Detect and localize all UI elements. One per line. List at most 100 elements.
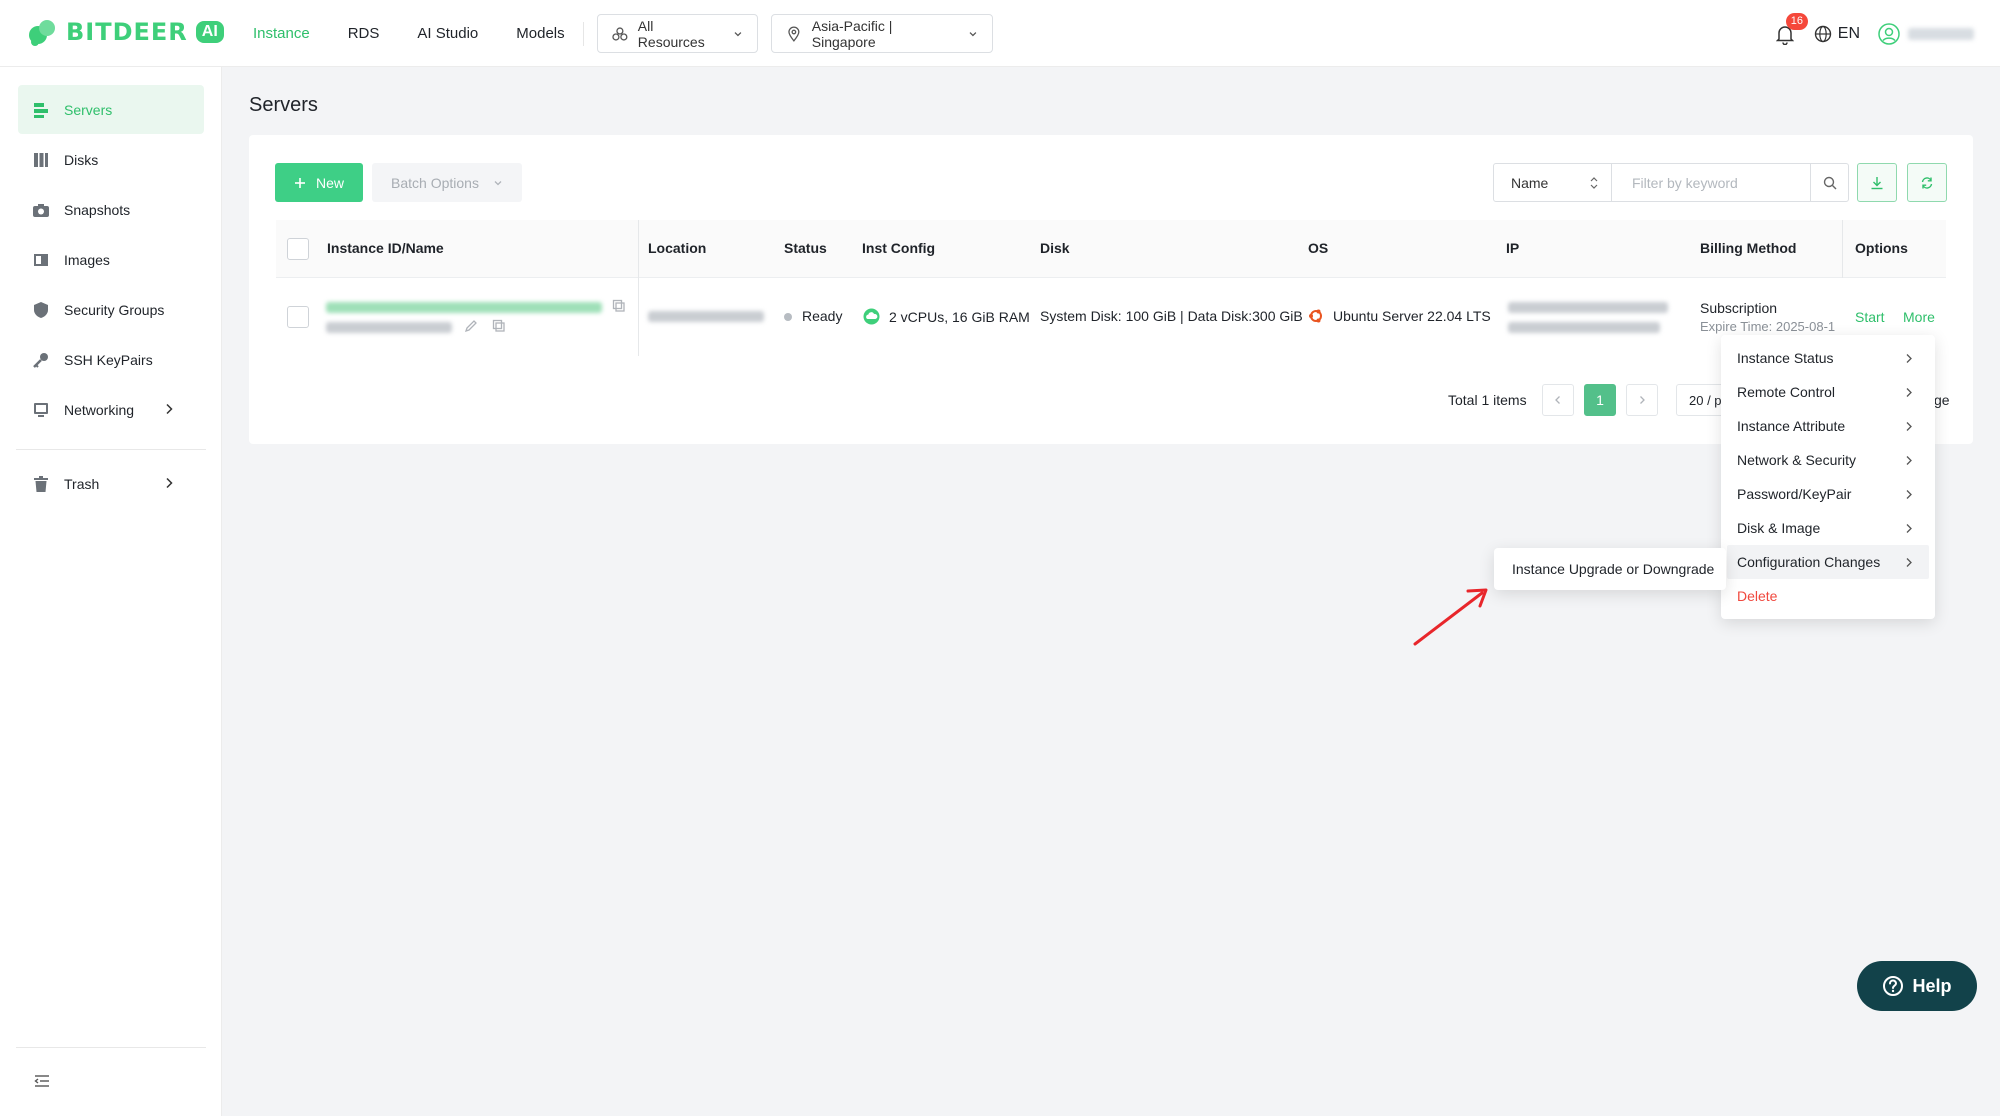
column-location: Location [648,240,707,256]
select-all-checkbox[interactable] [287,238,309,260]
sort-arrows-icon [1590,176,1598,189]
sidebar-item-servers[interactable]: Servers [18,85,204,134]
chevron-right-icon [1906,558,1912,567]
chevron-right-icon [1906,456,1912,465]
user-avatar-icon [1878,22,1900,45]
column-disk: Disk [1040,240,1070,256]
chevron-right-icon [1640,396,1645,404]
resources-select[interactable]: All Resources [597,14,758,53]
row-checkbox[interactable] [287,306,309,328]
start-link[interactable]: Start [1855,309,1885,325]
notification-count-badge: 16 [1785,12,1809,30]
region-select[interactable]: Asia-Pacific | Singapore [771,14,993,53]
menu-item-configuration-changes[interactable]: Configuration Changes [1727,545,1929,579]
sidebar-item-trash[interactable]: Trash [18,459,204,508]
menu-item-disk-image[interactable]: Disk & Image [1721,511,1935,545]
menu-item-label: Instance Attribute [1737,418,1846,434]
language-switcher[interactable]: EN [1814,25,1860,43]
menu-item-instance-status[interactable]: Instance Status [1721,341,1935,375]
ubuntu-icon [1309,309,1322,323]
trash-icon [34,475,48,492]
nav-rds[interactable]: RDS [348,25,380,42]
servers-icon [34,102,48,118]
menu-item-label: Disk & Image [1737,520,1821,536]
column-os: OS [1308,240,1329,256]
resources-icon [612,26,628,41]
column-instance-id: Instance ID/Name [327,240,444,256]
new-button[interactable]: New [275,163,363,202]
chevron-down-icon [494,180,502,185]
instance-id-redacted[interactable] [326,302,602,313]
sidebar-item-label: Networking [64,401,135,418]
nav-ai-studio[interactable]: AI Studio [417,25,478,42]
menu-item-password-keypair[interactable]: Password/KeyPair [1721,477,1935,511]
search-field-select[interactable]: Name [1494,164,1612,201]
sidebar-collapse-button[interactable] [34,1074,50,1091]
search-icon [1823,176,1836,189]
sidebar-item-networking[interactable]: Networking [18,385,204,434]
search-button[interactable] [1810,164,1848,201]
sidebar-item-label: Security Groups [64,301,165,318]
more-link[interactable]: More [1903,309,1935,325]
billing-method: Subscription [1700,300,1778,316]
plus-icon [294,177,305,188]
submenu-item-instance-upgrade-downgrade[interactable]: Instance Upgrade or Downgrade [1512,561,1714,577]
status-dot-icon [784,313,792,322]
help-button[interactable]: Help [1857,961,1977,1011]
language-label: EN [1837,24,1860,42]
chevron-right-icon [1906,524,1912,533]
nav-divider [582,21,584,46]
menu-item-network-security[interactable]: Network & Security [1721,443,1935,477]
menu-item-label: Remote Control [1737,384,1836,400]
logo-icon [29,20,55,46]
sidebar-item-disks[interactable]: Disks [18,135,204,184]
menu-item-label: Configuration Changes [1737,554,1881,570]
menu-item-remote-control[interactable]: Remote Control [1721,375,1935,409]
search-input[interactable] [1612,164,1810,201]
column-ip: IP [1506,240,1520,256]
camera-icon [33,203,49,217]
location-redacted [648,311,764,322]
configuration-changes-submenu: Instance Upgrade or Downgrade [1494,548,1726,590]
chevron-down-icon [734,31,742,36]
edit-icon[interactable] [464,319,478,333]
status-text: Ready [802,308,843,324]
sidebar-footer-divider [16,1047,206,1048]
copy-icon[interactable] [492,319,506,333]
batch-options-button[interactable]: Batch Options [372,163,522,202]
pagination-prev-button[interactable] [1542,384,1574,416]
sidebar-item-ssh-keypairs[interactable]: SSH KeyPairs [18,335,204,384]
chevron-down-icon [969,31,977,36]
pagination-next-button[interactable] [1626,384,1658,416]
collapse-menu-icon [34,1075,49,1087]
refresh-button[interactable] [1907,163,1947,202]
copy-icon[interactable] [612,299,626,313]
column-billing: Billing Method [1700,240,1797,256]
sidebar-item-images[interactable]: Images [18,235,204,284]
sidebar: Servers Disks Snapshots Images Security … [0,67,222,1116]
user-menu[interactable] [1878,22,1974,45]
sidebar-item-security-groups[interactable]: Security Groups [18,285,204,334]
sidebar-item-label: SSH KeyPairs [64,351,153,368]
sidebar-divider [16,449,206,450]
pagination-goto-suffix: ge [1934,392,1950,408]
brand-logo[interactable]: BITDEER AI [26,17,224,47]
download-icon [1871,176,1883,189]
menu-item-delete[interactable]: Delete [1721,579,1935,613]
sidebar-item-label: Snapshots [64,201,131,218]
sidebar-item-snapshots[interactable]: Snapshots [18,185,204,234]
pagination-page-1[interactable]: 1 [1584,384,1616,416]
more-actions-menu: Instance Status Remote Control Instance … [1721,335,1935,619]
chevron-right-icon [1906,490,1912,499]
region-select-value: Asia-Pacific | Singapore [811,17,893,50]
download-button[interactable] [1857,163,1897,202]
networking-icon [34,402,48,417]
page-title: Servers [249,94,318,116]
notifications-button[interactable]: 16 [1774,12,1809,45]
public-ip-redacted [1508,302,1668,313]
menu-item-instance-attribute[interactable]: Instance Attribute [1721,409,1935,443]
menu-item-label: Delete [1737,588,1778,604]
sidebar-item-label: Servers [64,101,113,118]
nav-models[interactable]: Models [516,25,564,42]
nav-instance[interactable]: Instance [253,25,310,42]
